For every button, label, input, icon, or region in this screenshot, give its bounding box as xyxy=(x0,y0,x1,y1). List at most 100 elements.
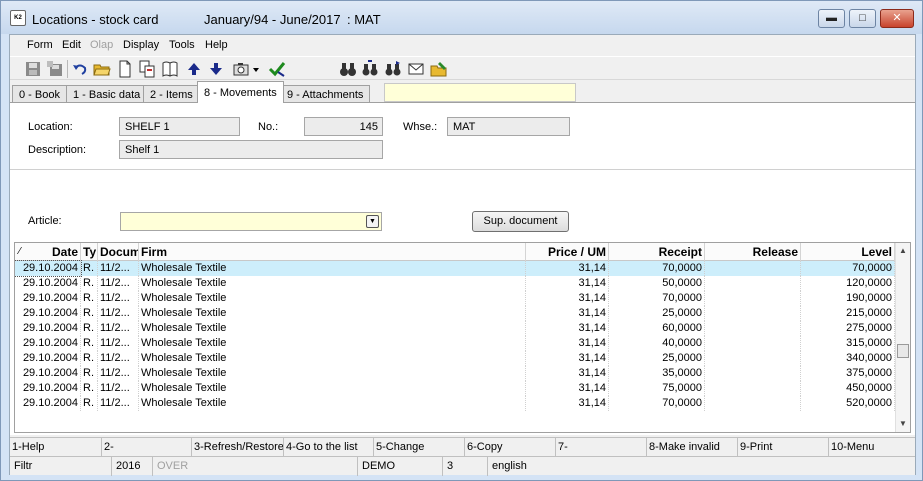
cell-firm: Wholesale Textile xyxy=(139,321,526,336)
cell-release xyxy=(705,306,801,321)
column-release[interactable]: Release xyxy=(705,243,801,261)
open-folder-icon[interactable] xyxy=(93,60,111,78)
chevron-down-icon[interactable]: ▼ xyxy=(366,215,379,228)
fkey-7[interactable]: 7- xyxy=(556,438,647,456)
cell-release xyxy=(705,261,801,276)
vertical-scrollbar[interactable]: ▲ ▼ xyxy=(895,243,910,432)
book-icon[interactable] xyxy=(161,60,179,78)
undo-icon[interactable] xyxy=(71,60,89,78)
column-firm[interactable]: Firm xyxy=(139,243,526,261)
fkey-change[interactable]: 5-Change xyxy=(374,438,465,456)
tab-basic-data[interactable]: 1 - Basic data xyxy=(66,85,148,103)
edit-folder-icon[interactable] xyxy=(430,60,448,78)
binoculars-find-icon[interactable] xyxy=(361,60,379,78)
tab-filter-field[interactable] xyxy=(384,83,576,102)
tab-attachments[interactable]: 9 - Attachments xyxy=(280,85,371,103)
fkey-print[interactable]: 9-Print xyxy=(738,438,829,456)
fkey-2[interactable]: 2- xyxy=(102,438,192,456)
cell-price-um: 31,14 xyxy=(526,336,609,351)
fkey-help[interactable]: 1-Help xyxy=(10,438,102,456)
tab-book[interactable]: 0 - Book xyxy=(12,85,67,103)
close-button[interactable]: ✕ xyxy=(880,9,914,28)
cell-firm: Wholesale Textile xyxy=(139,396,526,411)
article-input[interactable]: ▼ xyxy=(120,212,382,231)
cell-document: 11/2... xyxy=(98,261,139,276)
cell-level: 215,0000 xyxy=(801,306,895,321)
status-database: DEMO xyxy=(358,457,443,476)
fkey-copy[interactable]: 6-Copy xyxy=(465,438,556,456)
menu-tools[interactable]: Tools xyxy=(169,39,195,51)
cell-firm: Wholesale Textile xyxy=(139,366,526,381)
cell-price-um: 31,14 xyxy=(526,396,609,411)
minimize-button[interactable]: ▬ xyxy=(818,9,845,28)
copy-documents-icon[interactable] xyxy=(138,60,156,78)
table-row[interactable]: 29.10.2004 R. 11/2... Wholesale Textile 31,1… xyxy=(15,306,895,321)
cell-price-um: 31,14 xyxy=(526,276,609,291)
column-type[interactable]: Ty xyxy=(81,243,98,261)
table-row[interactable]: 29.10.2004 R. 11/2... Wholesale Textile 31,1… xyxy=(15,260,895,277)
dropdown-arrow-icon[interactable] xyxy=(251,60,261,78)
toolbar xyxy=(10,56,915,80)
column-document[interactable]: Docum xyxy=(98,243,139,261)
binoculars-next-icon[interactable] xyxy=(384,60,402,78)
new-document-icon[interactable] xyxy=(116,60,134,78)
column-date[interactable]: ⁄ Date xyxy=(15,243,81,261)
cell-type: R. xyxy=(81,351,98,366)
table-row[interactable]: 29.10.2004 R. 11/2... Wholesale Textile 31,1… xyxy=(15,276,895,291)
menu-display[interactable]: Display xyxy=(123,39,159,51)
table-row[interactable]: 29.10.2004 R. 11/2... Wholesale Textile 31,1… xyxy=(15,351,895,366)
column-receipt[interactable]: Receipt xyxy=(609,243,705,261)
sup-document-button[interactable]: Sup. document xyxy=(472,211,569,232)
title-bar[interactable]: K2 Locations - stock card January/94 - J… xyxy=(1,1,922,34)
save-icon[interactable] xyxy=(24,60,42,78)
scroll-thumb[interactable] xyxy=(897,344,909,358)
scroll-down-icon[interactable]: ▼ xyxy=(899,419,907,428)
save-all-icon[interactable] xyxy=(46,60,64,78)
arrow-down-icon[interactable] xyxy=(207,60,225,78)
fkey-make-invalid[interactable]: 8-Make invalid xyxy=(647,438,738,456)
cell-document: 11/2... xyxy=(98,306,139,321)
table-row[interactable]: 29.10.2004 R. 11/2... Wholesale Textile 31,1… xyxy=(15,366,895,381)
confirm-icon[interactable] xyxy=(268,60,286,78)
cell-receipt: 50,0000 xyxy=(609,276,705,291)
table-row[interactable]: 29.10.2004 R. 11/2... Wholesale Textile 31,1… xyxy=(15,396,895,411)
table-row[interactable]: 29.10.2004 R. 11/2... Wholesale Textile 31,1… xyxy=(15,336,895,351)
tab-items[interactable]: 2 - Items xyxy=(143,85,200,103)
no-label: No.: xyxy=(258,121,279,133)
fkey-menu[interactable]: 10-Menu xyxy=(829,438,915,456)
column-level[interactable]: Level xyxy=(801,243,895,261)
close-icon: ✕ xyxy=(892,12,902,24)
table-row[interactable]: 29.10.2004 R. 11/2... Wholesale Textile 31,1… xyxy=(15,321,895,336)
window-title: Locations - stock card xyxy=(32,12,159,27)
cell-release xyxy=(705,396,801,411)
camera-icon[interactable] xyxy=(232,60,250,78)
envelope-icon[interactable] xyxy=(407,60,425,78)
cell-release xyxy=(705,366,801,381)
movements-grid: ⁄ Date Ty Docum Firm Price / UM Receipt R… xyxy=(14,242,911,433)
tab-movements[interactable]: 8 - Movements xyxy=(197,81,284,103)
menu-help[interactable]: Help xyxy=(205,39,228,51)
table-row[interactable]: 29.10.2004 R. 11/2... Wholesale Textile 31,1… xyxy=(15,381,895,396)
cell-release xyxy=(705,276,801,291)
cell-document: 11/2... xyxy=(98,396,139,411)
cell-firm: Wholesale Textile xyxy=(139,276,526,291)
article-label: Article: xyxy=(28,215,62,227)
grid-header: ⁄ Date Ty Docum Firm Price / UM Receipt R… xyxy=(15,243,895,261)
maximize-button[interactable]: □ xyxy=(849,9,876,28)
arrow-up-icon[interactable] xyxy=(185,60,203,78)
cell-date: 29.10.2004 xyxy=(15,291,81,306)
cell-release xyxy=(705,351,801,366)
menu-olap: Olap xyxy=(90,39,114,51)
column-price-um[interactable]: Price / UM xyxy=(526,243,609,261)
scroll-up-icon[interactable]: ▲ xyxy=(899,246,907,255)
menu-edit[interactable]: Edit xyxy=(62,39,81,51)
no-field: 145 xyxy=(304,117,383,136)
status-overwrite: OVER xyxy=(153,457,358,476)
fkey-go-to-list[interactable]: 4-Go to the list xyxy=(284,438,374,456)
cell-type: R. xyxy=(81,306,98,321)
menu-bar: Form Edit Olap Display Tools Help xyxy=(10,35,915,55)
menu-form[interactable]: Form xyxy=(27,39,53,51)
fkey-refresh[interactable]: 3-Refresh/Restore xyxy=(192,438,284,456)
binoculars-icon[interactable] xyxy=(339,60,357,78)
table-row[interactable]: 29.10.2004 R. 11/2... Wholesale Textile 31,1… xyxy=(15,291,895,306)
